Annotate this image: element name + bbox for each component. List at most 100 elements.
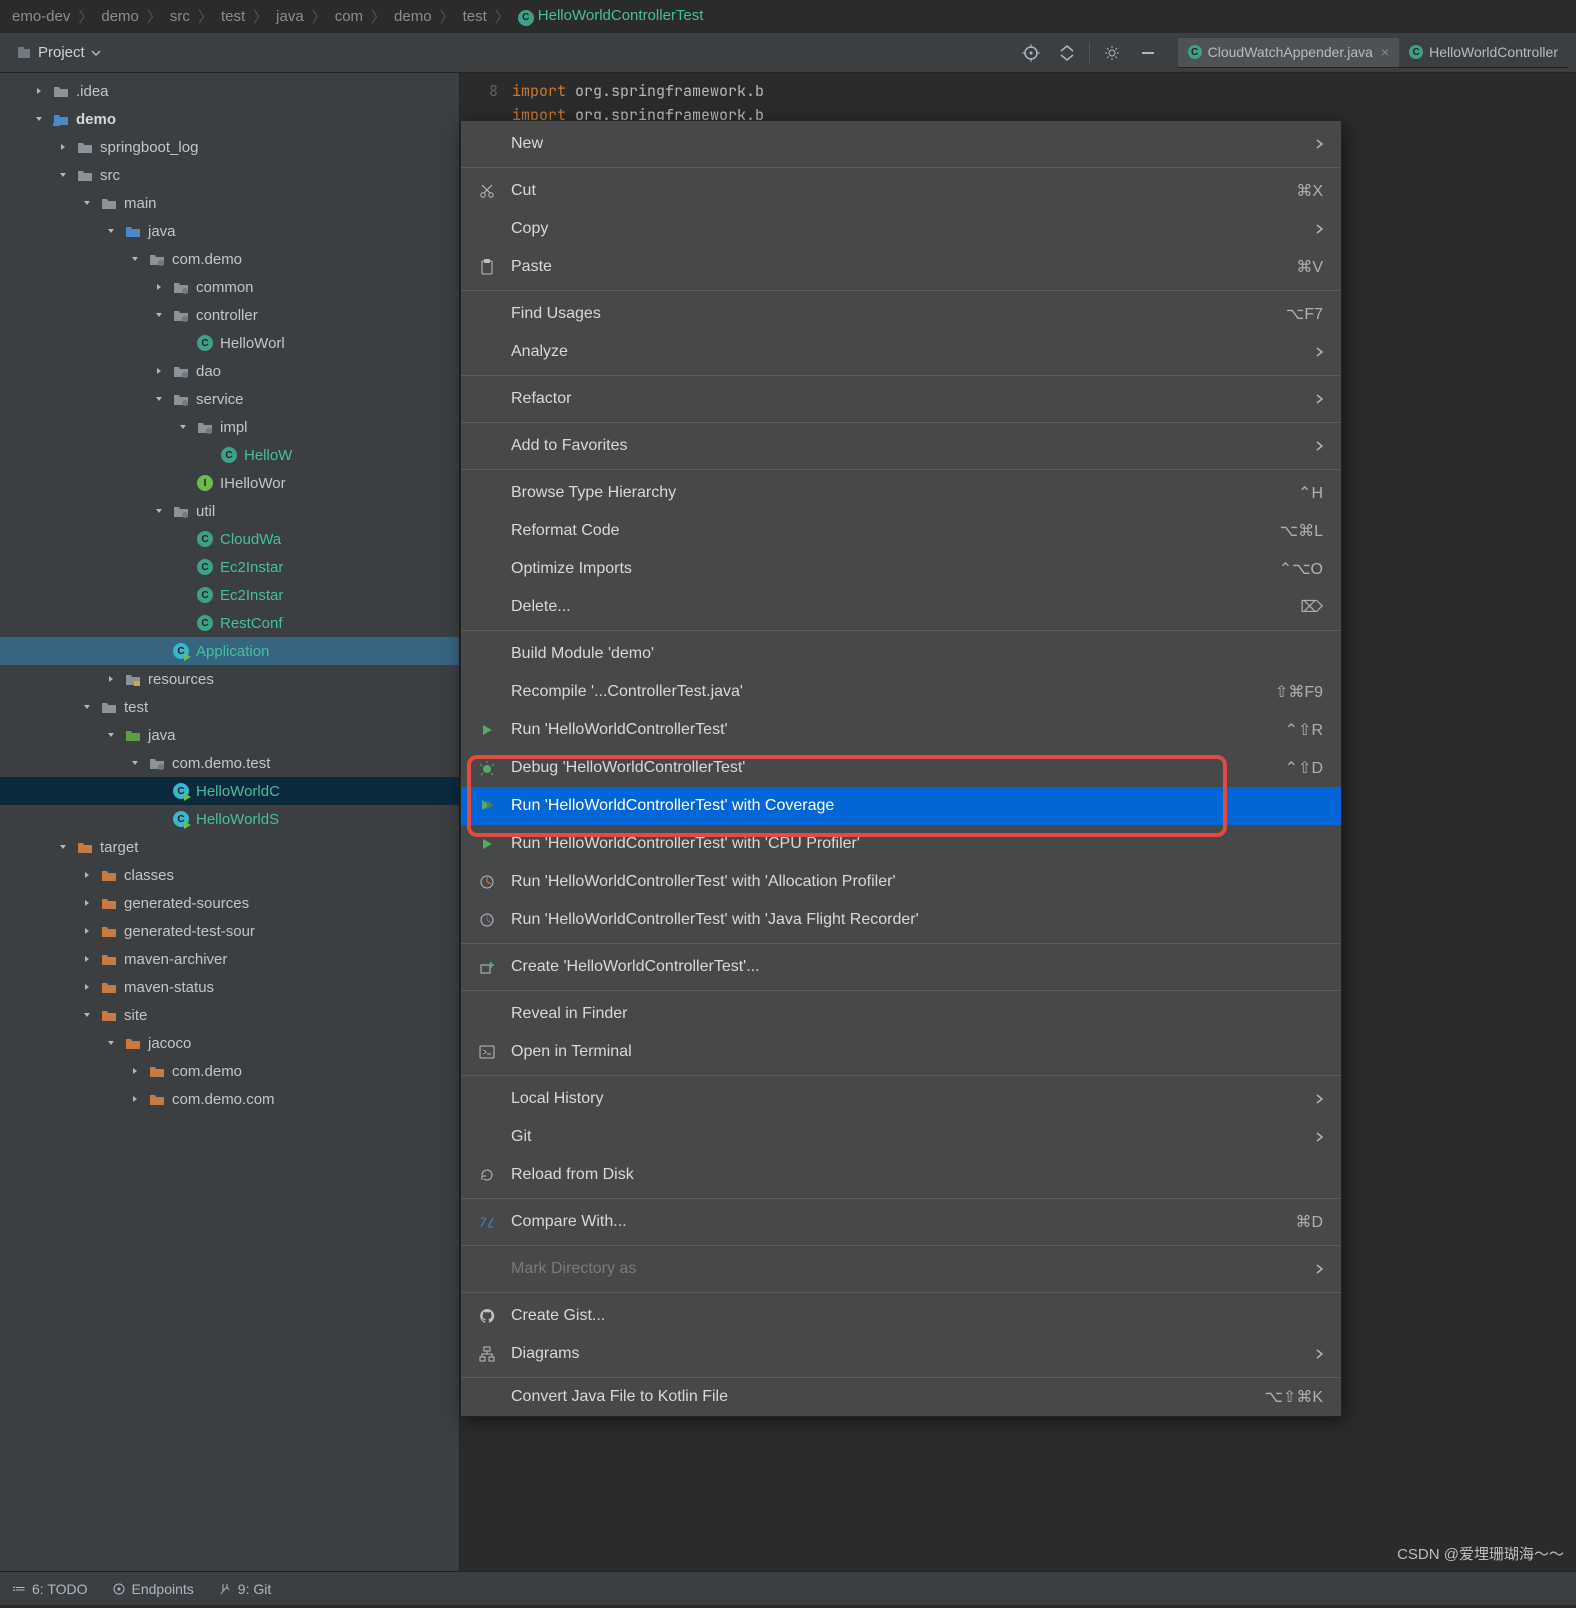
close-icon[interactable]: × — [1381, 44, 1389, 60]
tree-node[interactable]: demo — [0, 105, 459, 133]
tree-node[interactable]: main — [0, 189, 459, 217]
menu-item[interactable]: Local History — [461, 1080, 1341, 1118]
tree-node[interactable]: IIHelloWor — [0, 469, 459, 497]
tree-node[interactable]: CRestConf — [0, 609, 459, 637]
expand-icon[interactable] — [80, 1010, 94, 1020]
menu-item[interactable]: Refactor — [461, 380, 1341, 418]
breadcrumb-item[interactable]: java — [276, 8, 304, 25]
menu-item[interactable]: Git — [461, 1118, 1341, 1156]
tree-node[interactable]: .idea — [0, 77, 459, 105]
expand-icon[interactable] — [128, 1066, 142, 1076]
menu-item[interactable]: Build Module 'demo' — [461, 635, 1341, 673]
expand-icon[interactable] — [152, 506, 166, 516]
breadcrumb-item[interactable]: com — [335, 8, 363, 25]
expand-icon[interactable] — [128, 254, 142, 264]
expand-icon[interactable] — [128, 758, 142, 768]
tree-node[interactable]: service — [0, 385, 459, 413]
menu-item[interactable]: Add to Favorites — [461, 427, 1341, 465]
expand-icon[interactable] — [32, 114, 46, 124]
breadcrumb-item[interactable]: test — [463, 8, 487, 25]
menu-item[interactable]: Cut⌘X — [461, 172, 1341, 210]
tree-node[interactable]: generated-sources — [0, 889, 459, 917]
tree-node[interactable]: com.demo.com — [0, 1085, 459, 1113]
tree-node[interactable]: com.demo — [0, 1057, 459, 1085]
tree-node[interactable]: test — [0, 693, 459, 721]
menu-item[interactable]: New — [461, 125, 1341, 163]
target-icon[interactable] — [1017, 39, 1045, 67]
status-todo[interactable]: ≔6: TODO — [12, 1580, 88, 1597]
expand-icon[interactable] — [80, 198, 94, 208]
menu-item[interactable]: Run 'HelloWorldControllerTest'⌃⇧R — [461, 711, 1341, 749]
expand-icon[interactable] — [80, 954, 94, 964]
tree-node[interactable]: generated-test-sour — [0, 917, 459, 945]
menu-item[interactable]: Analyze — [461, 333, 1341, 371]
minimize-icon[interactable] — [1134, 39, 1162, 67]
expand-icon[interactable] — [80, 702, 94, 712]
tree-node[interactable]: resources — [0, 665, 459, 693]
breadcrumb-item[interactable]: demo — [101, 8, 139, 25]
menu-item[interactable]: Find Usages⌥F7 — [461, 295, 1341, 333]
expand-icon[interactable] — [56, 842, 70, 852]
code-line[interactable]: 8import org.springframework.b — [460, 79, 1576, 103]
tree-node[interactable]: CCloudWa — [0, 525, 459, 553]
tree-node[interactable]: com.demo — [0, 245, 459, 273]
tree-node[interactable]: controller — [0, 301, 459, 329]
breadcrumb-item[interactable]: emo-dev — [12, 8, 70, 25]
menu-item[interactable]: Debug 'HelloWorldControllerTest'⌃⇧D — [461, 749, 1341, 787]
tree-node[interactable]: CHelloW — [0, 441, 459, 469]
menu-item[interactable]: Optimize Imports⌃⌥O — [461, 550, 1341, 588]
tree-node[interactable]: CApplication — [0, 637, 459, 665]
tree-node[interactable]: CHelloWorl — [0, 329, 459, 357]
expand-icon[interactable] — [104, 730, 118, 740]
tree-node[interactable]: maven-status — [0, 973, 459, 1001]
tree-node[interactable]: target — [0, 833, 459, 861]
menu-item[interactable]: Convert Java File to Kotlin File⌥⇧⌘K — [461, 1382, 1341, 1412]
menu-item[interactable]: Open in Terminal — [461, 1033, 1341, 1071]
breadcrumb-item[interactable]: demo — [394, 8, 432, 25]
tree-node[interactable]: jacoco — [0, 1029, 459, 1057]
breadcrumb[interactable]: emo-dev〉demo〉src〉test〉java〉com〉demo〉test… — [0, 0, 1576, 33]
gear-icon[interactable] — [1098, 39, 1126, 67]
expand-icon[interactable] — [104, 674, 118, 684]
collapse-icon[interactable] — [1053, 39, 1081, 67]
expand-icon[interactable] — [32, 86, 46, 96]
breadcrumb-item[interactable]: CHelloWorldControllerTest — [518, 7, 704, 26]
tree-node[interactable]: CEc2Instar — [0, 553, 459, 581]
tree-node[interactable]: java — [0, 217, 459, 245]
menu-item[interactable]: Create Gist... — [461, 1297, 1341, 1335]
status-git[interactable]: 9: Git — [218, 1581, 271, 1597]
tree-node[interactable]: common — [0, 273, 459, 301]
expand-icon[interactable] — [80, 926, 94, 936]
tree-node[interactable]: CEc2Instar — [0, 581, 459, 609]
expand-icon[interactable] — [152, 310, 166, 320]
context-menu[interactable]: NewCut⌘XCopyPaste⌘VFind Usages⌥F7Analyze… — [460, 120, 1342, 1417]
breadcrumb-item[interactable]: test — [221, 8, 245, 25]
tree-node[interactable]: classes — [0, 861, 459, 889]
menu-item[interactable]: Recompile '...ControllerTest.java'⇧⌘F9 — [461, 673, 1341, 711]
expand-icon[interactable] — [56, 142, 70, 152]
editor-tab[interactable]: CHelloWorldController — [1399, 38, 1568, 67]
tree-node[interactable]: CHelloWorldS — [0, 805, 459, 833]
tree-node[interactable]: springboot_log — [0, 133, 459, 161]
menu-item[interactable]: Run 'HelloWorldControllerTest' with 'CPU… — [461, 825, 1341, 863]
tree-node[interactable]: dao — [0, 357, 459, 385]
menu-item[interactable]: Compare With...⌘D — [461, 1203, 1341, 1241]
breadcrumb-item[interactable]: src — [170, 8, 190, 25]
menu-item[interactable]: Reveal in Finder — [461, 995, 1341, 1033]
menu-item[interactable]: Run 'HelloWorldControllerTest' with 'Jav… — [461, 901, 1341, 939]
expand-icon[interactable] — [152, 394, 166, 404]
expand-icon[interactable] — [56, 170, 70, 180]
expand-icon[interactable] — [80, 870, 94, 880]
expand-icon[interactable] — [152, 366, 166, 376]
tree-node[interactable]: com.demo.test — [0, 749, 459, 777]
editor-tab[interactable]: CCloudWatchAppender.java× — [1178, 38, 1399, 67]
menu-item[interactable]: Run 'HelloWorldControllerTest' with Cove… — [461, 787, 1341, 825]
menu-item[interactable]: Create 'HelloWorldControllerTest'... — [461, 948, 1341, 986]
tree-node[interactable]: site — [0, 1001, 459, 1029]
menu-item[interactable]: Browse Type Hierarchy⌃H — [461, 474, 1341, 512]
menu-item[interactable]: Run 'HelloWorldControllerTest' with 'All… — [461, 863, 1341, 901]
expand-icon[interactable] — [104, 1038, 118, 1048]
project-selector[interactable]: Project — [8, 42, 109, 63]
expand-icon[interactable] — [176, 422, 190, 432]
status-endpoints[interactable]: Endpoints — [112, 1581, 194, 1597]
